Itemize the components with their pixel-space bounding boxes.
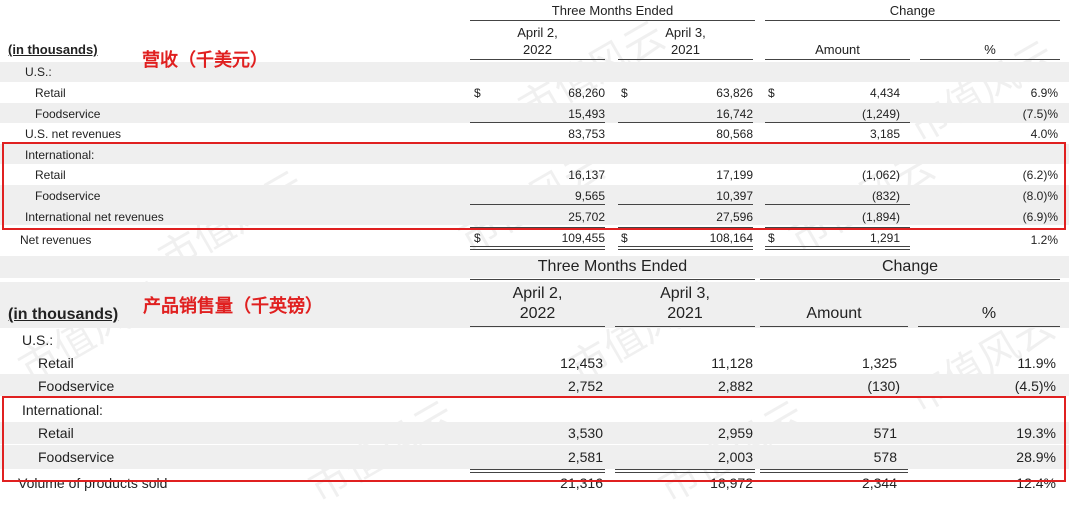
col1-header-line2: 2022 xyxy=(523,42,552,57)
cell-value: 68,260 xyxy=(568,86,605,100)
cell-value: 6.9% xyxy=(1030,86,1058,100)
international-highlight-box xyxy=(2,396,1066,482)
change-header: Change xyxy=(889,3,936,18)
col2-header-line1: April 3, xyxy=(660,285,710,302)
row-label: U.S. net revenues xyxy=(25,127,122,141)
volume-annotation: 产品销售量（千英镑） xyxy=(143,296,323,316)
amount-header: Amount xyxy=(815,42,860,57)
cell-value: 63,826 xyxy=(716,86,753,100)
in-thousands-label: (in thousands) xyxy=(8,306,119,323)
change-header: Change xyxy=(881,258,939,275)
pct-header: % xyxy=(981,305,997,322)
col2-header-line1: April 3, xyxy=(665,25,706,40)
row-label: Foodservice xyxy=(35,107,101,121)
col2-header-line2: 2021 xyxy=(671,42,700,57)
international-highlight-box xyxy=(2,142,1066,230)
row-label: Net revenues xyxy=(20,233,92,247)
row-label: Retail xyxy=(38,355,74,371)
group-header: Three Months Ended xyxy=(551,3,674,18)
row-label: Foodservice xyxy=(38,378,115,394)
col2-header-line2: 2021 xyxy=(667,305,703,322)
row-label: U.S.: xyxy=(22,332,54,348)
amount-header: Amount xyxy=(806,305,862,322)
in-thousands-label: (in thousands) xyxy=(8,42,98,57)
group-header: Three Months Ended xyxy=(537,258,688,275)
pct-header: % xyxy=(984,42,996,57)
col1-header-line1: April 2, xyxy=(512,285,563,302)
row-label: U.S.: xyxy=(25,65,52,79)
row-label: Retail xyxy=(35,86,66,100)
revenue-annotation: 营收（千美元） xyxy=(142,50,268,70)
col1-header-line2: 2022 xyxy=(519,305,556,322)
cell-value: 4,434 xyxy=(869,86,900,100)
col1-header-line1: April 2, xyxy=(517,25,558,40)
